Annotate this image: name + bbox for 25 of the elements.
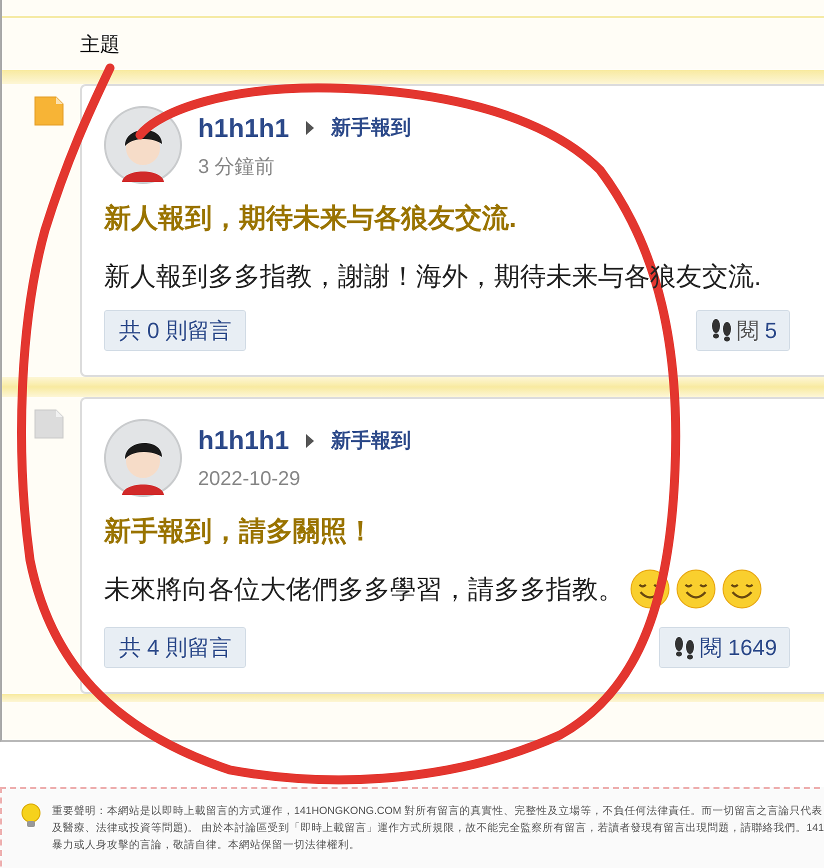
avatar[interactable] [104, 106, 182, 184]
triangle-icon [305, 120, 316, 136]
forum-link[interactable]: 新手報到 [331, 113, 412, 143]
view-count-button[interactable]: 閱 1649 [659, 627, 790, 668]
post-time: 3 分鐘前 [198, 156, 275, 178]
reply-count-button[interactable]: 共 0 則留言 [104, 310, 246, 350]
post-body: 未來將向各位大佬們多多學習，請多多指教。 [104, 572, 624, 606]
forum-link[interactable]: 新手報到 [331, 426, 412, 456]
post-title[interactable]: 新人報到，期待未来与各狼友交流. [104, 203, 517, 233]
avatar[interactable] [104, 418, 182, 496]
smiley-icon [676, 569, 716, 609]
disclaimer-text: 重要聲明：本網站是以即時上載留言的方式運作，141HONGKONG.COM 對所有留言的真實性、完整性及立場等，不負任何法律責任。而一切留言之言論只代表 [52, 804, 824, 819]
disclaimer-text: 暴力或人身攻擊的言論，敬請自律。本網站保留一切法律權利。 [52, 838, 361, 853]
smiley-icon [630, 569, 670, 609]
column-header: 主題 [80, 34, 120, 56]
username-link[interactable]: h1h1h1 [198, 108, 290, 148]
post-title[interactable]: 新手報到，請多關照！ [104, 516, 374, 546]
reply-count-button[interactable]: 共 4 則留言 [104, 627, 246, 668]
smiley-icon [722, 569, 762, 609]
view-count-button[interactable]: 閱 5 [696, 310, 790, 350]
triangle-icon [305, 432, 316, 448]
lightbulb-icon [20, 803, 42, 829]
username-link[interactable]: h1h1h1 [198, 421, 290, 460]
disclaimer-text: 及醫療、法律或投資等問題)。 由於本討論區受到「即時上載留言」運作方式所規限，故不能完全監察所有留言，若讀者發現有留言出現問題，請聯絡我們。141 [52, 821, 824, 836]
post-time: 2022-10-29 [198, 468, 300, 490]
